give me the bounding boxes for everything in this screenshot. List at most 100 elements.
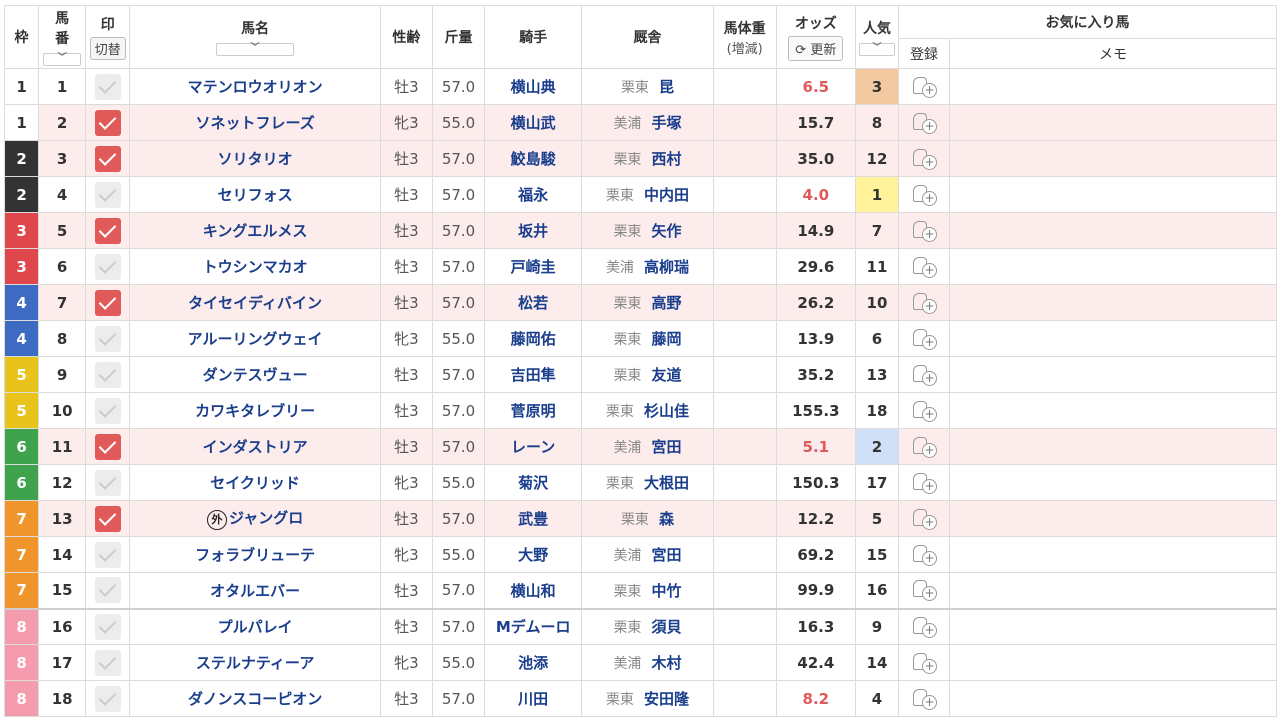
jockey-link[interactable]: 藤岡佑 xyxy=(511,330,556,348)
trainer-link[interactable]: 宮田 xyxy=(651,438,681,456)
horse-name-link[interactable]: キングエルメス xyxy=(203,222,308,240)
trainer-link[interactable]: 森 xyxy=(659,510,674,528)
horse-name-link[interactable]: ソネットフレーズ xyxy=(195,114,314,132)
trainer-link[interactable]: 宮田 xyxy=(651,546,681,564)
mark-checkbox[interactable] xyxy=(94,649,121,676)
horse-name-link[interactable]: ソリタリオ xyxy=(218,150,293,168)
trainer-link[interactable]: 藤岡 xyxy=(651,330,681,348)
favorite-add-icon[interactable]: + xyxy=(911,292,938,314)
favorite-add-icon[interactable]: + xyxy=(911,579,938,602)
jockey-link[interactable]: 横山典 xyxy=(511,78,556,96)
odds-refresh-button[interactable]: ⟳ 更新 xyxy=(788,36,844,61)
mark-checkbox[interactable] xyxy=(94,433,121,460)
memo-cell[interactable] xyxy=(949,140,1277,177)
mark-checkbox[interactable] xyxy=(94,685,121,712)
horse-name-link[interactable]: セイクリッド xyxy=(210,474,300,492)
horse-name-link[interactable]: ダンテスヴュー xyxy=(203,366,308,384)
mark-checkbox[interactable] xyxy=(94,253,121,280)
memo-cell[interactable] xyxy=(949,68,1277,105)
jockey-link[interactable]: 鮫島駿 xyxy=(511,150,556,168)
favorite-add-icon[interactable]: + xyxy=(911,112,938,134)
trainer-link[interactable]: 西村 xyxy=(651,150,681,168)
memo-cell[interactable] xyxy=(949,500,1277,537)
mark-checkbox[interactable] xyxy=(94,397,121,424)
sort-horse-name-button[interactable]: ﹀ xyxy=(216,43,295,56)
header-horse-name[interactable]: 馬名 ﹀ xyxy=(129,5,381,69)
mark-checkbox[interactable] xyxy=(94,325,121,352)
memo-cell[interactable] xyxy=(949,428,1277,465)
favorite-add-icon[interactable]: + xyxy=(911,328,938,350)
horse-name-link[interactable]: カワキタレブリー xyxy=(195,402,315,420)
trainer-link[interactable]: 中内田 xyxy=(644,186,689,204)
jockey-link[interactable]: 武豊 xyxy=(518,510,548,528)
trainer-link[interactable]: 杉山佳 xyxy=(644,402,689,420)
horse-name-link[interactable]: マテンロウオリオン xyxy=(188,78,323,96)
memo-cell[interactable] xyxy=(949,392,1277,429)
jockey-link[interactable]: 横山武 xyxy=(511,114,556,132)
horse-name-link[interactable]: セリフォス xyxy=(218,186,293,204)
memo-cell[interactable] xyxy=(949,644,1277,681)
horse-name-link[interactable]: オタルエバー xyxy=(210,582,300,600)
horse-name-link[interactable]: インダストリア xyxy=(203,438,308,456)
trainer-link[interactable]: 昆 xyxy=(659,78,674,96)
jockey-link[interactable]: 吉田隼 xyxy=(511,366,556,384)
memo-cell[interactable] xyxy=(949,104,1277,141)
jockey-link[interactable]: 横山和 xyxy=(511,582,556,600)
memo-cell[interactable] xyxy=(949,212,1277,249)
trainer-link[interactable]: 矢作 xyxy=(651,222,681,240)
horse-name-link[interactable]: ダノンスコーピオン xyxy=(188,690,322,708)
horse-name-link[interactable]: トウシンマカオ xyxy=(203,258,308,276)
favorite-add-icon[interactable]: + xyxy=(911,652,938,674)
jockey-link[interactable]: 坂井 xyxy=(518,222,548,240)
horse-name-link[interactable]: アルーリングウェイ xyxy=(188,330,323,348)
favorite-add-icon[interactable]: + xyxy=(911,616,938,638)
favorite-add-icon[interactable]: + xyxy=(911,400,938,422)
mark-checkbox[interactable] xyxy=(94,613,121,640)
trainer-link[interactable]: 大根田 xyxy=(644,474,689,492)
trainer-link[interactable]: 友道 xyxy=(651,366,681,384)
trainer-link[interactable]: 木村 xyxy=(651,654,681,672)
favorite-add-icon[interactable]: + xyxy=(911,508,938,530)
favorite-add-icon[interactable]: + xyxy=(911,688,938,710)
header-waku[interactable]: 枠 xyxy=(3,5,40,69)
memo-cell[interactable] xyxy=(949,176,1277,213)
mark-checkbox[interactable] xyxy=(94,73,121,100)
sort-popularity-button[interactable]: ﹀ xyxy=(858,43,895,56)
jockey-link[interactable]: Mデムーロ xyxy=(496,618,571,636)
sort-umaban-button[interactable]: ﹀ xyxy=(43,53,82,66)
mark-switch-button[interactable]: 切替 xyxy=(89,37,126,60)
trainer-link[interactable]: 手塚 xyxy=(651,114,681,132)
memo-cell[interactable] xyxy=(949,248,1277,285)
mark-checkbox[interactable] xyxy=(94,577,121,604)
horse-name-link[interactable]: プルパレイ xyxy=(218,618,293,636)
mark-checkbox[interactable] xyxy=(94,505,121,532)
mark-checkbox[interactable] xyxy=(94,361,121,388)
trainer-link[interactable]: 須貝 xyxy=(651,618,681,636)
favorite-add-icon[interactable]: + xyxy=(911,544,938,566)
trainer-link[interactable]: 高柳瑞 xyxy=(644,258,689,276)
header-umaban[interactable]: 馬 番 ﹀ xyxy=(38,5,87,69)
horse-name-link[interactable]: ジャングロ xyxy=(229,509,303,527)
favorite-add-icon[interactable]: + xyxy=(911,436,938,458)
horse-name-link[interactable]: ステルナティーア xyxy=(196,654,315,672)
mark-checkbox[interactable] xyxy=(94,217,121,244)
memo-cell[interactable] xyxy=(949,572,1277,609)
mark-checkbox[interactable] xyxy=(94,469,121,496)
mark-checkbox[interactable] xyxy=(94,541,121,568)
favorite-add-icon[interactable]: + xyxy=(911,76,938,98)
jockey-link[interactable]: 川田 xyxy=(518,690,548,708)
favorite-add-icon[interactable]: + xyxy=(911,256,938,278)
mark-checkbox[interactable] xyxy=(94,181,121,208)
mark-checkbox[interactable] xyxy=(94,289,121,316)
memo-cell[interactable] xyxy=(949,464,1277,501)
mark-checkbox[interactable] xyxy=(94,109,121,136)
memo-cell[interactable] xyxy=(949,284,1277,321)
favorite-add-icon[interactable]: + xyxy=(911,364,938,386)
memo-cell[interactable] xyxy=(949,536,1277,573)
horse-name-link[interactable]: フォラブリューテ xyxy=(195,546,315,564)
jockey-link[interactable]: 戸崎圭 xyxy=(511,258,556,276)
horse-name-link[interactable]: タイセイディバイン xyxy=(188,294,322,312)
jockey-link[interactable]: 福永 xyxy=(518,186,548,204)
memo-cell[interactable] xyxy=(949,607,1277,645)
mark-checkbox[interactable] xyxy=(94,145,121,172)
